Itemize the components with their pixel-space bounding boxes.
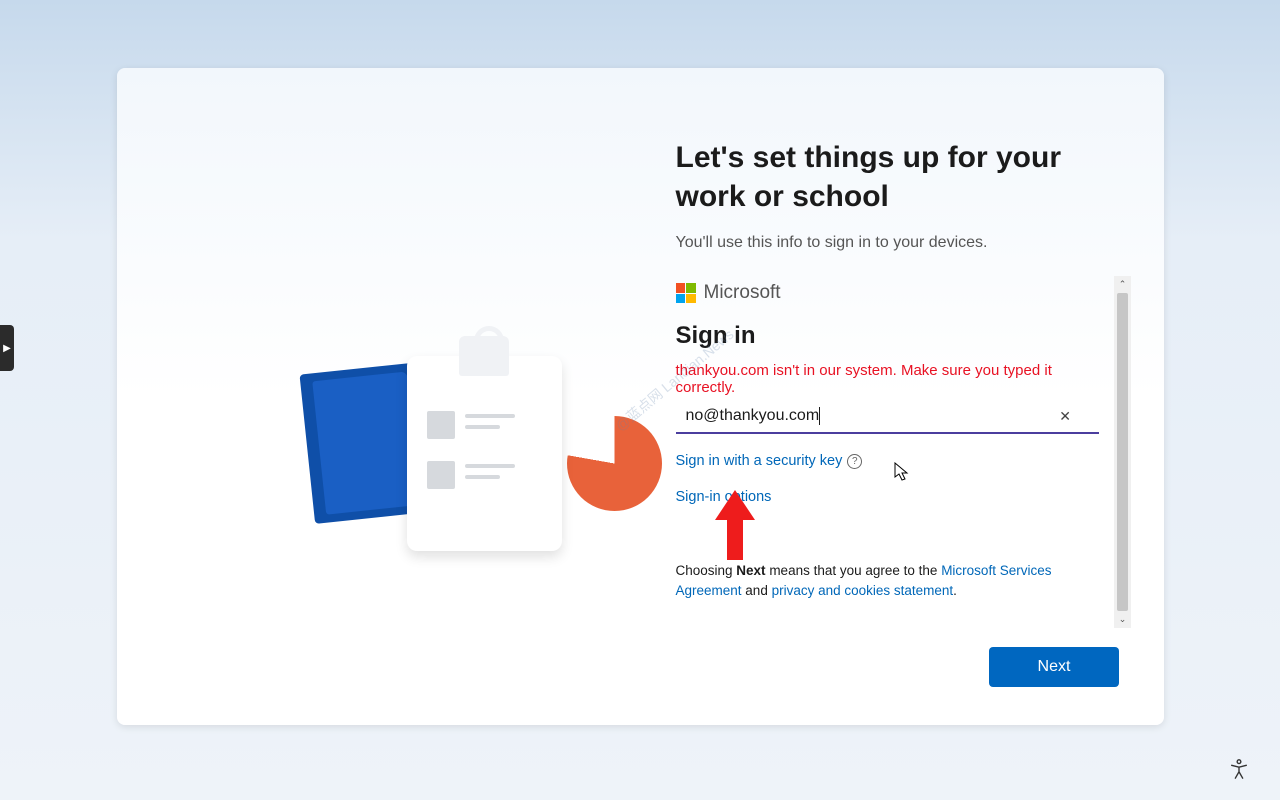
- security-key-link[interactable]: Sign in with a security key ?: [676, 453, 863, 469]
- help-icon[interactable]: ?: [847, 454, 862, 469]
- scrollbar[interactable]: ⌃ ⌄: [1114, 276, 1131, 628]
- error-message: thankyou.com isn't in our system. Make s…: [676, 362, 1100, 396]
- scroll-thumb[interactable]: [1117, 293, 1128, 611]
- page-subtitle: You'll use this info to sign in to your …: [676, 234, 1120, 252]
- accessibility-icon[interactable]: [1228, 758, 1250, 780]
- microsoft-logo-icon: [676, 283, 696, 303]
- signin-options-link[interactable]: Sign-in options: [676, 489, 772, 505]
- email-field[interactable]: no@thankyou.com: [676, 403, 1100, 429]
- signin-heading: Sign in: [676, 322, 1100, 350]
- scroll-down-icon[interactable]: ⌄: [1114, 611, 1131, 628]
- clipboard-icon: [407, 356, 562, 551]
- brand-name: Microsoft: [704, 282, 781, 304]
- illustration-pane: [117, 68, 641, 725]
- chevron-right-icon: ▶: [3, 343, 11, 354]
- email-input-wrap: no@thankyou.com ✕: [676, 400, 1100, 434]
- legal-text: Choosing Next means that you agree to th…: [676, 561, 1100, 600]
- brand-header: Microsoft: [676, 282, 1100, 304]
- scroll-up-icon[interactable]: ⌃: [1114, 276, 1131, 293]
- work-school-illustration: [297, 338, 677, 568]
- privacy-statement-link[interactable]: privacy and cookies statement: [772, 583, 954, 598]
- page-title: Let's set things up for your work or sch…: [676, 138, 1120, 216]
- signin-panel: ⌃ ⌄ Microsoft Sign in thankyou.com isn't…: [676, 282, 1120, 627]
- form-pane: Let's set things up for your work or sch…: [641, 68, 1165, 725]
- side-panel-tab[interactable]: ▶: [0, 325, 14, 371]
- next-button[interactable]: Next: [989, 647, 1119, 687]
- clear-input-icon[interactable]: ✕: [1059, 408, 1071, 425]
- setup-card: Let's set things up for your work or sch…: [117, 68, 1164, 725]
